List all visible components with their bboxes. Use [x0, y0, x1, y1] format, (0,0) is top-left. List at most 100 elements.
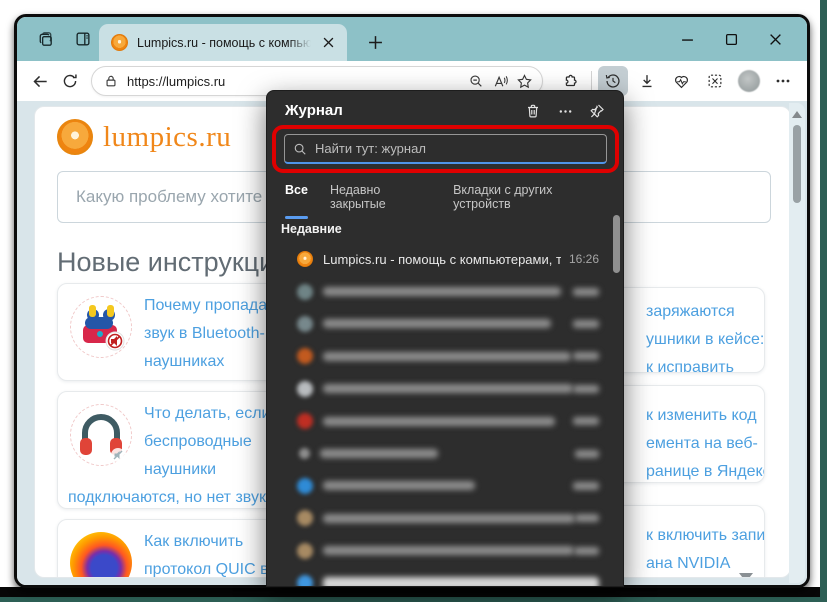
- history-item-redacted-time: [575, 514, 599, 522]
- article-link-line[interactable]: емента на веб-: [646, 430, 754, 458]
- backdrop-right-teal: [820, 0, 827, 602]
- history-item-favicon: [297, 348, 313, 364]
- downloads-icon[interactable]: [632, 66, 662, 96]
- history-item[interactable]: Lumpics.ru - помощь с компьютерами, теле…: [267, 243, 623, 275]
- history-item-favicon: [297, 413, 313, 429]
- history-item-redacted-text: [323, 481, 475, 490]
- history-panel-title: Журнал: [285, 102, 343, 119]
- history-item[interactable]: [267, 373, 623, 405]
- history-item-redacted-text: [323, 352, 571, 361]
- tab-close-icon[interactable]: [317, 32, 339, 54]
- tab-title: Lumpics.ru - помощь с компьюте: [137, 36, 311, 50]
- history-item-redacted-time: [574, 547, 599, 555]
- history-item-title: Lumpics.ru - помощь с компьютерами, теле…: [323, 252, 561, 267]
- history-item-redacted-time: [573, 417, 599, 425]
- window-controls: [665, 17, 797, 61]
- history-item-redacted-text: [323, 577, 599, 586]
- close-button[interactable]: [753, 23, 797, 55]
- article-link-line[interactable]: ушники в кейсе:: [646, 326, 754, 354]
- title-bar: Lumpics.ru - помощь с компьюте: [17, 17, 807, 61]
- new-tab-button[interactable]: [361, 28, 389, 56]
- profile-avatar[interactable]: [738, 70, 760, 92]
- history-item[interactable]: [267, 340, 623, 372]
- history-item-favicon: [297, 381, 313, 397]
- backdrop-bottom-teal: [0, 597, 827, 602]
- lumpics-logo-text: lumpics.ru: [103, 121, 231, 154]
- history-item[interactable]: [267, 275, 623, 307]
- tab-all[interactable]: Все: [285, 183, 308, 219]
- history-item-time: 16:26: [569, 252, 599, 266]
- tab-favicon-lumpics: [111, 34, 128, 51]
- minimize-button[interactable]: [665, 23, 709, 55]
- history-item[interactable]: [267, 567, 623, 586]
- history-tabs: Все Недавно закрытые Вкладки с других ус…: [285, 183, 623, 219]
- scrollbar-up-arrow[interactable]: [792, 111, 802, 118]
- article-link-line[interactable]: заряжаются: [646, 298, 754, 326]
- history-item-redacted-time: [573, 385, 599, 393]
- history-item-redacted-text: [323, 319, 551, 328]
- history-item-favicon: [297, 316, 313, 332]
- history-item-favicon: [299, 448, 310, 459]
- history-item-redacted-text: [323, 384, 573, 393]
- search-icon: [293, 142, 307, 156]
- article-card[interactable]: Что делать, если беспроводные наушники п…: [57, 391, 287, 509]
- web-capture-icon[interactable]: [700, 66, 730, 96]
- history-item-redacted-time: [573, 288, 599, 296]
- article-card[interactable]: Почему пропадает звук в Bluetooth- наушн…: [57, 283, 287, 381]
- history-item-redacted-text: [323, 287, 561, 296]
- article-link-line[interactable]: ана NVIDIA: [646, 550, 754, 578]
- history-item[interactable]: [267, 470, 623, 502]
- history-list: Lumpics.ru - помощь с компьютерами, теле…: [267, 243, 623, 586]
- lock-icon[interactable]: [100, 70, 122, 92]
- history-item-redacted-text: [323, 514, 575, 523]
- back-icon[interactable]: [25, 66, 55, 96]
- article-link-line[interactable]: ранице в Яндекс: [646, 458, 754, 483]
- pin-panel-icon[interactable]: [583, 98, 611, 124]
- history-search-input[interactable]: [315, 141, 575, 156]
- article-link-line[interactable]: к исправить: [646, 354, 754, 373]
- history-section-label: Недавние: [281, 222, 342, 236]
- delete-history-icon[interactable]: [519, 98, 547, 124]
- toolbar-separator: [591, 71, 592, 91]
- url-text[interactable]: https://lumpics.ru: [127, 74, 464, 89]
- bluetooth-earbuds-image: [70, 296, 132, 358]
- tab-other-devices[interactable]: Вкладки с других устройств: [453, 183, 601, 219]
- history-item[interactable]: [267, 502, 623, 534]
- article-link-line[interactable]: подключаются, но нет звука: [68, 484, 276, 509]
- history-item-redacted-time: [575, 450, 599, 458]
- wireless-headphones-image: [70, 404, 132, 466]
- history-panel-actions: [515, 98, 611, 124]
- history-search-box[interactable]: [284, 134, 607, 164]
- history-item-redacted-time: [573, 320, 599, 328]
- history-item[interactable]: [267, 308, 623, 340]
- site-logo[interactable]: lumpics.ru: [57, 119, 231, 155]
- browser-essentials-icon[interactable]: [666, 66, 696, 96]
- maximize-button[interactable]: [709, 23, 753, 55]
- history-item-favicon: [297, 575, 313, 586]
- history-item-redacted-text: [323, 417, 555, 426]
- tab-recently-closed[interactable]: Недавно закрытые: [330, 183, 431, 219]
- page-scrollbar[interactable]: [789, 103, 805, 583]
- history-item-redacted-text: [323, 546, 574, 555]
- article-card[interactable]: Как включить протокол QUIC в Mozilla Fir…: [57, 519, 287, 578]
- article-link-line[interactable]: к включить запись: [646, 522, 754, 550]
- refresh-icon[interactable]: [55, 66, 85, 96]
- article-link-line[interactable]: к изменить код: [646, 402, 754, 430]
- workspaces-icon[interactable]: [30, 24, 60, 54]
- panel-scrollbar-thumb[interactable]: [613, 215, 620, 273]
- lumpics-logo-icon: [57, 119, 93, 155]
- history-item-redacted-text: [320, 449, 438, 458]
- tab-actions-icon[interactable]: [68, 24, 98, 54]
- history-item[interactable]: [267, 535, 623, 567]
- history-item-favicon: [297, 284, 313, 300]
- history-more-options-icon[interactable]: [551, 98, 579, 124]
- browser-tab[interactable]: Lumpics.ru - помощь с компьюте: [99, 24, 347, 61]
- history-panel: Журнал Все Недавно закрытые Вкладки с др…: [266, 90, 624, 587]
- history-item[interactable]: [267, 437, 623, 469]
- scrollbar-thumb[interactable]: [793, 125, 801, 203]
- page-heading: Новые инструкции:: [57, 247, 297, 278]
- history-item-redacted-time: [573, 352, 599, 360]
- history-item[interactable]: [267, 405, 623, 437]
- more-ellipsis-icon[interactable]: [768, 66, 798, 96]
- scroll-down-hint-icon: [739, 573, 753, 578]
